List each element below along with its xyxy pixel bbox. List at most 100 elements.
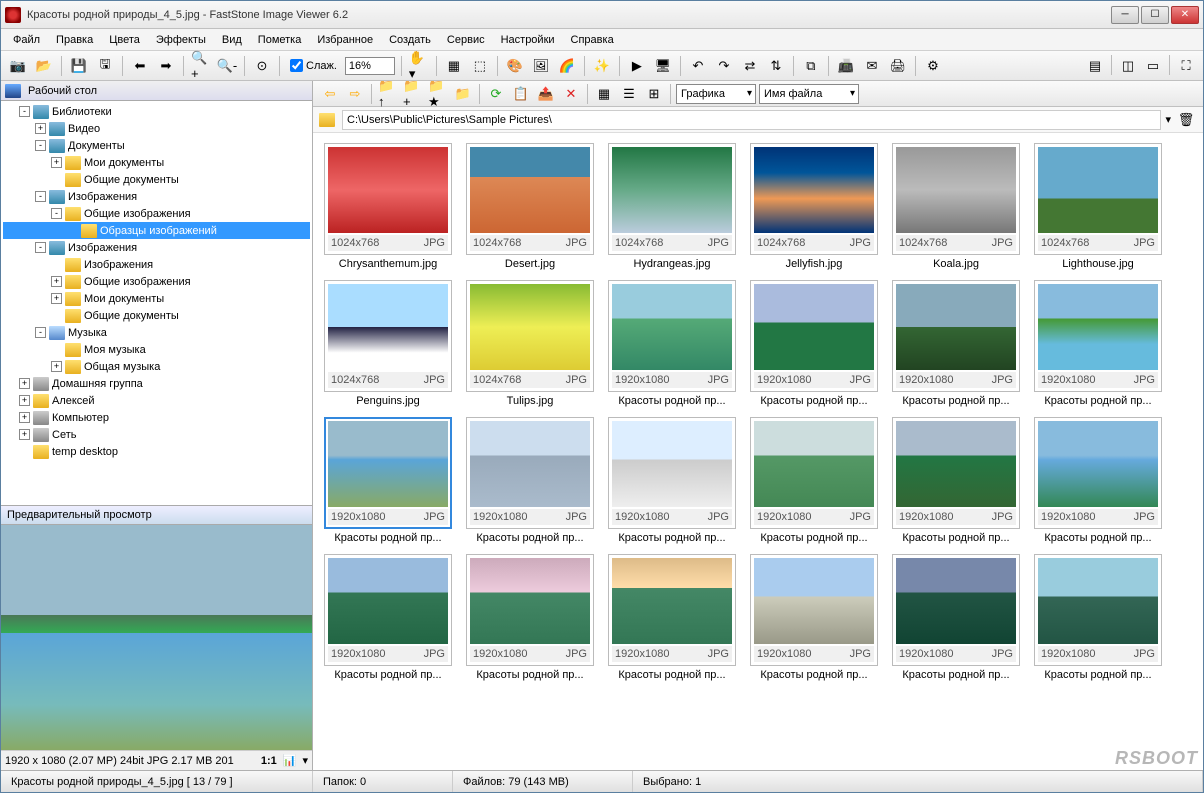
thumbnail-item[interactable]: 1920x1080JPGКрасоты родной пр... [465,554,595,681]
copy-to-icon[interactable]: 📋 [510,83,532,105]
thumbnail-item[interactable]: 1024x768JPGHydrangeas.jpg [607,143,737,270]
zoom-out-icon[interactable]: 🔍- [216,55,238,77]
tree-item[interactable]: Общие документы [3,171,310,188]
email-icon[interactable]: ✉ [861,55,883,77]
menu-Избранное[interactable]: Избранное [311,32,379,48]
layout2-icon[interactable]: ◫ [1117,55,1139,77]
actual-size-icon[interactable]: ⊙ [251,55,273,77]
info-icon[interactable]: ▾ [302,754,308,767]
tree-item[interactable]: +Мои документы [3,290,310,307]
tree-item[interactable]: -Библиотеки [3,103,310,120]
thumbnail-item[interactable]: 1024x768JPGJellyfish.jpg [749,143,879,270]
settings-icon[interactable]: ⚙ [922,55,944,77]
menu-Создать[interactable]: Создать [383,32,437,48]
tree-item[interactable]: Образцы изображений [3,222,310,239]
thumbnail-item[interactable]: 1024x768JPGPenguins.jpg [323,280,453,407]
thumbnail-item[interactable]: 1920x1080JPGКрасоты родной пр... [749,554,879,681]
rotate-left-icon[interactable]: ↶ [687,55,709,77]
acquire-icon[interactable]: 📷 [7,55,29,77]
save-as-icon[interactable]: 🖫 [94,55,116,77]
titlebar[interactable]: Красоты родной природы_4_5.jpg - FastSto… [1,1,1203,29]
tree-item[interactable]: -Общие изображения [3,205,310,222]
tree-item[interactable]: +Алексей [3,392,310,409]
tree-toggle-icon[interactable]: - [35,140,46,151]
thumbnail-item[interactable]: 1920x1080JPGКрасоты родной пр... [323,417,453,544]
minimize-button[interactable]: ─ [1111,6,1139,24]
thumbnail-item[interactable]: 1920x1080JPGКрасоты родной пр... [1033,280,1163,407]
thumbnail-item[interactable]: 1920x1080JPGКрасоты родной пр... [749,280,879,407]
forward-icon[interactable]: ⇨ [344,83,366,105]
refresh-icon[interactable]: ⟳ [485,83,507,105]
thumbnail-item[interactable]: 1920x1080JPGКрасоты родной пр... [891,417,1021,544]
layout1-icon[interactable]: ▤ [1084,55,1106,77]
path-input[interactable]: C:\Users\Public\Pictures\Sample Pictures… [342,110,1161,130]
zoom-in-icon[interactable]: 🔍+ [190,55,212,77]
tree-toggle-icon[interactable]: + [19,378,30,389]
tree-item[interactable]: +Видео [3,120,310,137]
fav-icon[interactable]: 📁 [452,83,474,105]
nav-fwd-icon[interactable]: ➡ [155,55,177,77]
thumbnail-item[interactable]: 1024x768JPGLighthouse.jpg [1033,143,1163,270]
tree-item[interactable]: +Компьютер [3,409,310,426]
menu-Эффекты[interactable]: Эффекты [150,32,212,48]
menu-Цвета[interactable]: Цвета [103,32,146,48]
thumbnail-item[interactable]: 1024x768JPGKoala.jpg [891,143,1021,270]
tree-item[interactable]: +Домашняя группа [3,375,310,392]
tree-toggle-icon[interactable]: + [35,123,46,134]
back-icon[interactable]: ⇦ [319,83,341,105]
tree-toggle-icon[interactable]: - [51,208,62,219]
menu-Пометка[interactable]: Пометка [252,32,308,48]
tree-toggle-icon[interactable]: + [51,157,62,168]
thumbnail-item[interactable]: 1920x1080JPGКрасоты родной пр... [465,417,595,544]
thumbnail-item[interactable]: 1920x1080JPGКрасоты родной пр... [891,554,1021,681]
save-icon[interactable]: 💾 [68,55,90,77]
fav-add-icon[interactable]: 📁★ [427,83,449,105]
view-list-icon[interactable]: ☰ [618,83,640,105]
view-type-dropdown[interactable]: Графика [676,84,756,104]
resize-icon[interactable]: ⬚ [469,55,491,77]
menu-Сервис[interactable]: Сервис [441,32,491,48]
tree-item[interactable]: +Общие изображения [3,273,310,290]
sort-dropdown[interactable]: Имя файла [759,84,859,104]
tree-toggle-icon[interactable]: + [51,293,62,304]
tree-item[interactable]: -Изображения [3,239,310,256]
color-icon[interactable]: 🌈 [556,55,578,77]
smooth-checkbox[interactable]: Слаж. [290,59,337,72]
thumbnail-item[interactable]: 1920x1080JPGКрасоты родной пр... [1033,417,1163,544]
scan-icon[interactable]: 📠 [835,55,857,77]
thumbnail-item[interactable]: 1920x1080JPGКрасоты родной пр... [1033,554,1163,681]
thumbnail-item[interactable]: 1920x1080JPGКрасоты родной пр... [607,554,737,681]
tree-toggle-icon[interactable]: - [35,191,46,202]
tree-toggle-icon[interactable]: - [19,106,30,117]
tree-item[interactable]: -Документы [3,137,310,154]
nav-back-icon[interactable]: ⬅ [129,55,151,77]
menu-Справка[interactable]: Справка [565,32,620,48]
view-thumb-icon[interactable]: ▦ [593,83,615,105]
new-folder-icon[interactable]: 📁+ [402,83,424,105]
tree-item[interactable]: +Общая музыка [3,358,310,375]
thumbnail-item[interactable]: 1920x1080JPGКрасоты родной пр... [891,280,1021,407]
print-icon[interactable]: 🖨 [887,55,909,77]
thumbnail-item[interactable]: 1920x1080JPGКрасоты родной пр... [323,554,453,681]
compare-icon[interactable]: ⧉ [800,55,822,77]
menu-Настройки[interactable]: Настройки [495,32,561,48]
tree-item[interactable]: Моя музыка [3,341,310,358]
tree-toggle-icon[interactable]: + [19,412,30,423]
tree-toggle-icon[interactable]: + [19,429,30,440]
crop-icon[interactable]: ▦ [443,55,465,77]
thumbnail-item[interactable]: 1920x1080JPGКрасоты родной пр... [607,417,737,544]
menu-Файл[interactable]: Файл [7,32,46,48]
delete-icon[interactable]: ✕ [560,83,582,105]
flip-h-icon[interactable]: ⇄ [739,55,761,77]
tree-toggle-icon[interactable]: + [51,361,62,372]
layout3-icon[interactable]: ▭ [1142,55,1164,77]
tree-item[interactable]: +Сеть [3,426,310,443]
folder-tree[interactable]: -Библиотеки+Видео-Документы +Мои документ… [1,101,312,505]
thumbnail-item[interactable]: 1920x1080JPGКрасоты родной пр... [749,417,879,544]
tree-toggle-icon[interactable]: + [51,276,62,287]
tree-item[interactable]: temp desktop [3,443,310,460]
thumbnail-grid[interactable]: 1024x768JPGChrysanthemum.jpg1024x768JPGD… [313,133,1203,770]
up-folder-icon[interactable]: 📁↑ [377,83,399,105]
effects-icon[interactable]: ✨ [591,55,613,77]
slideshow-icon[interactable]: ▶ [626,55,648,77]
